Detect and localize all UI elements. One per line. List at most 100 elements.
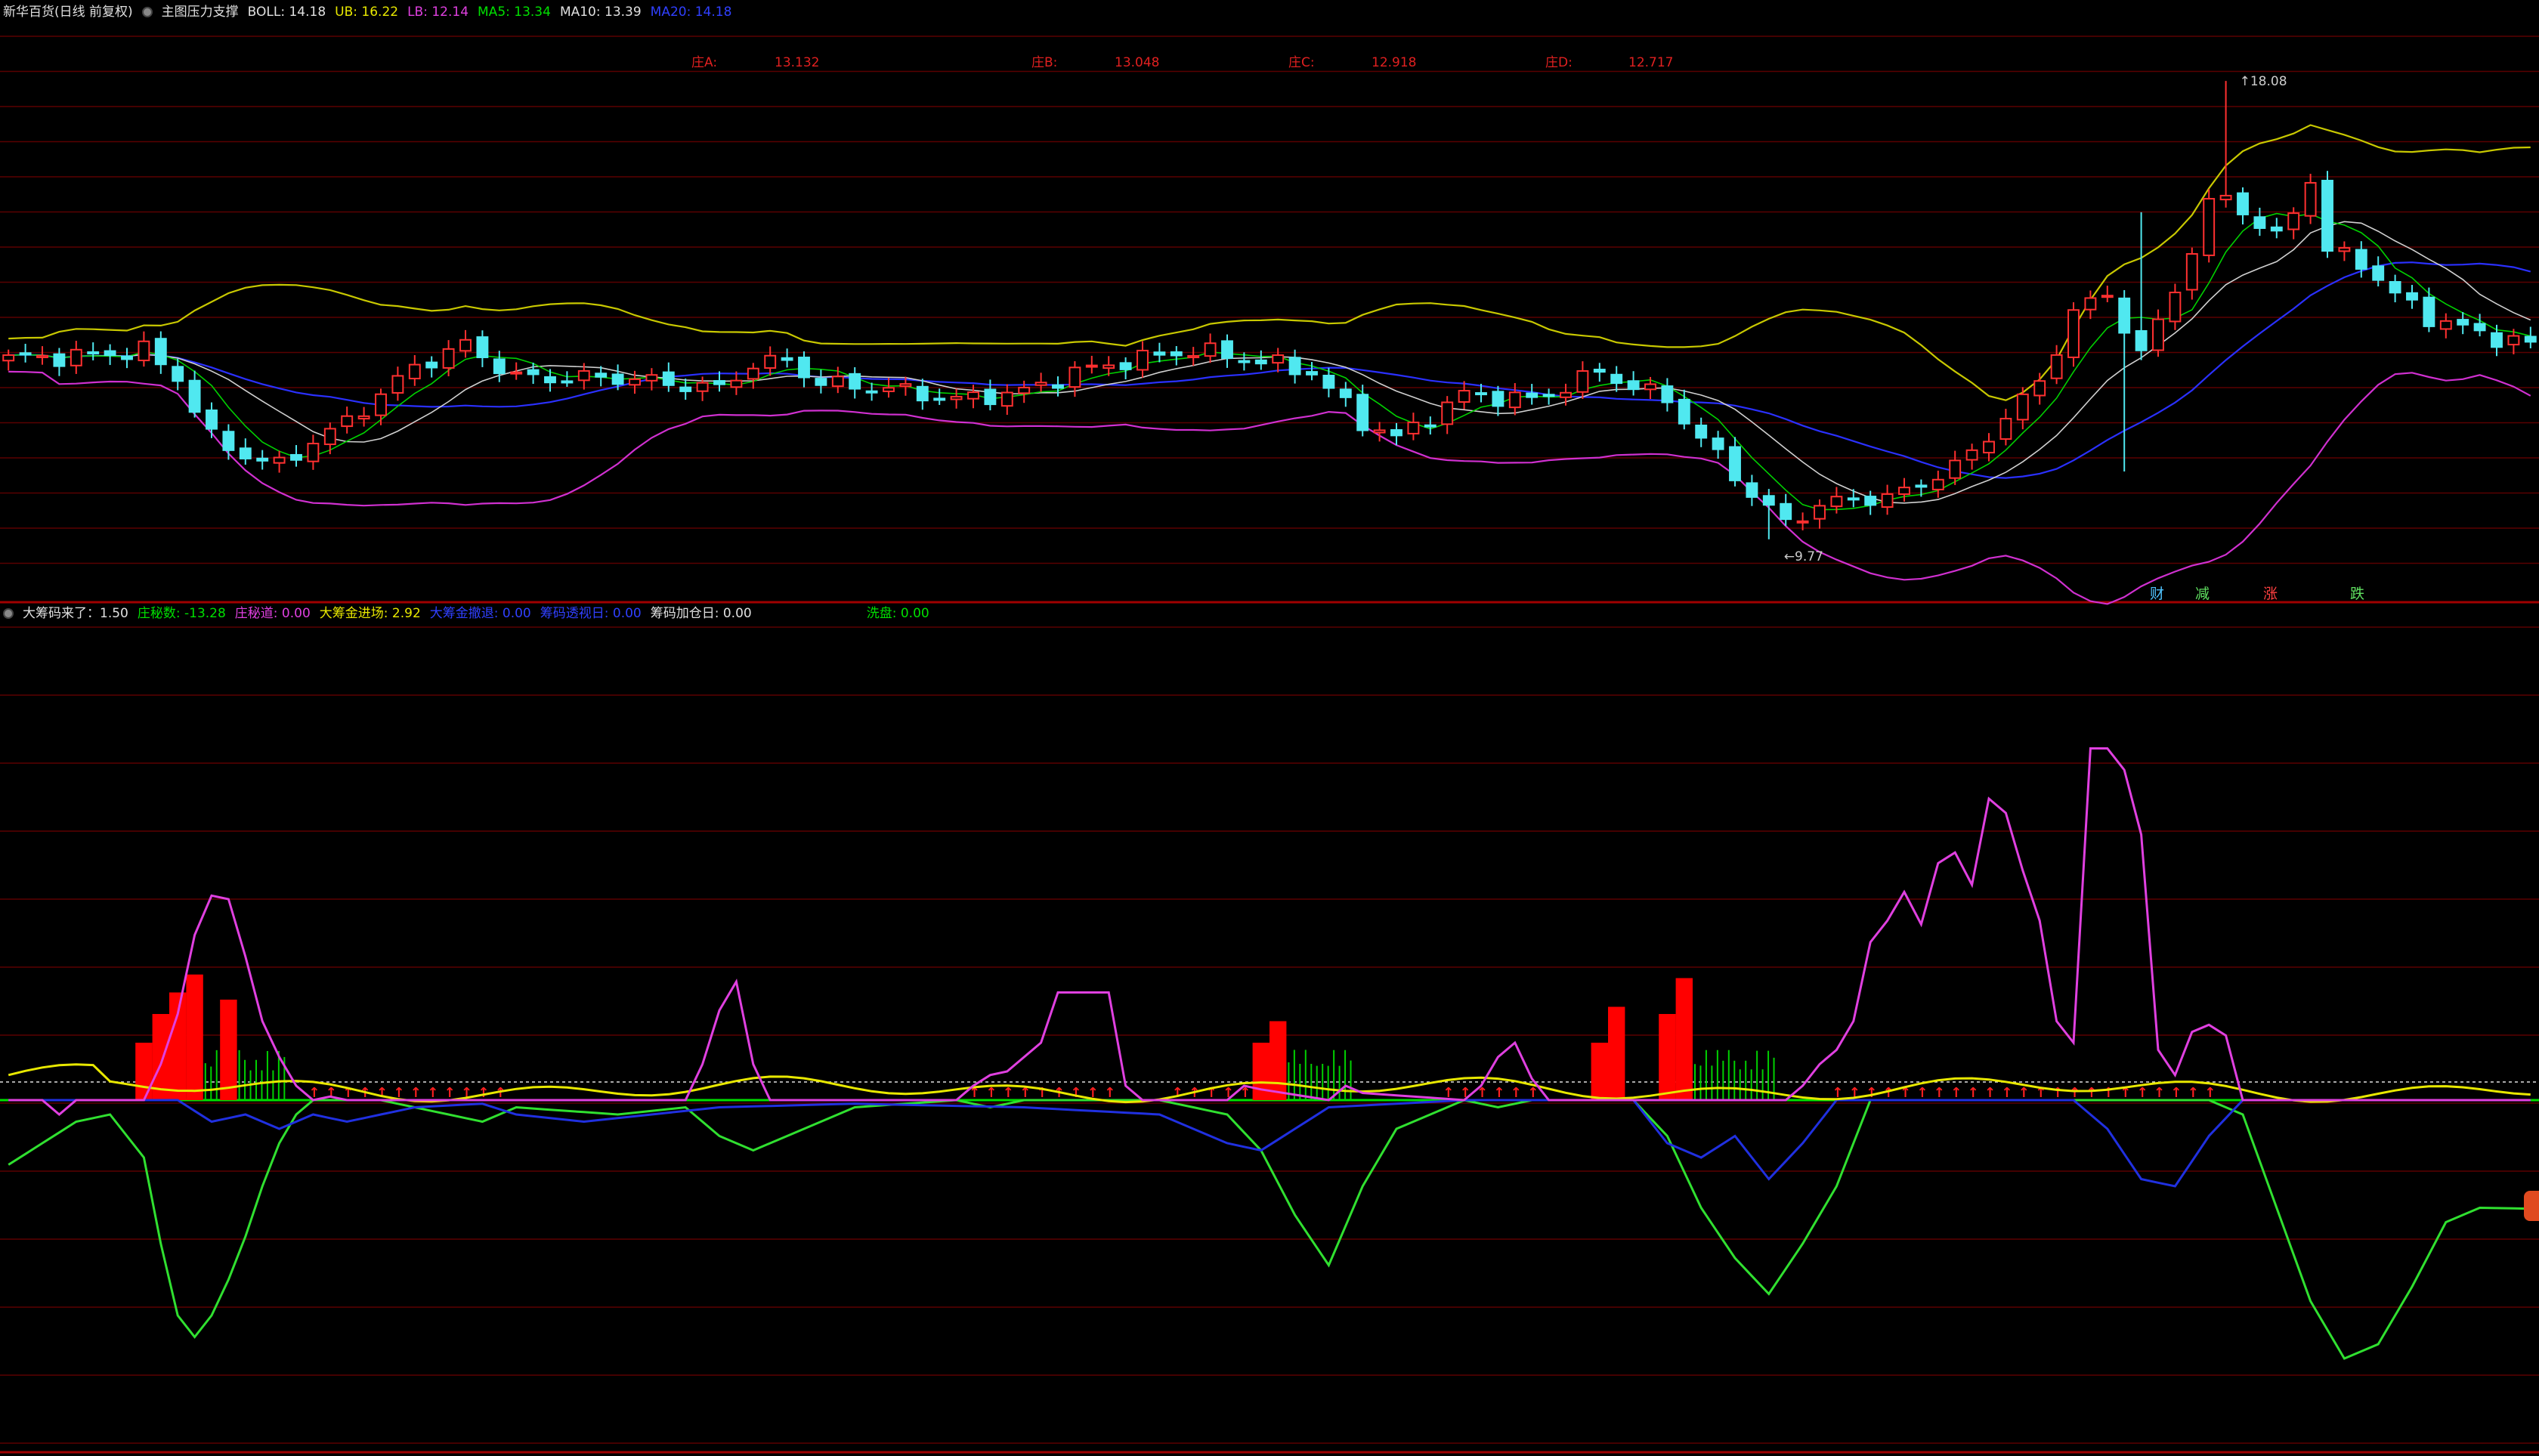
candle-body xyxy=(1119,362,1132,370)
high-price-label: ↑18.08 xyxy=(2240,74,2287,89)
candle-body xyxy=(1204,342,1217,357)
annotation-value: 13.132 xyxy=(775,55,819,70)
candle-body xyxy=(1999,418,2012,441)
candle-body xyxy=(1762,495,1775,506)
up-arrow-marker: ↑ xyxy=(1104,1085,1115,1101)
candle-body xyxy=(510,371,523,375)
up-arrow-marker: ↑ xyxy=(2052,1085,2064,1101)
candle-body xyxy=(1221,340,1233,359)
red-volume-bar xyxy=(1608,1006,1625,1100)
candle-body xyxy=(1137,349,1149,371)
candle-body xyxy=(2473,323,2486,332)
candle-body xyxy=(2389,281,2401,294)
candle-body xyxy=(798,357,810,379)
candle-body xyxy=(2203,198,2216,256)
candle-body xyxy=(2439,320,2452,330)
candle-body xyxy=(2084,297,2097,311)
candle-body xyxy=(2169,292,2182,323)
candle-body xyxy=(1103,364,1115,369)
annotation-label: 庄A: xyxy=(691,55,717,70)
side-handle-icon[interactable] xyxy=(2524,1191,2539,1221)
candle-body xyxy=(1356,394,1369,431)
candle-body xyxy=(1238,360,1251,363)
candle-body xyxy=(121,355,133,360)
candle-body xyxy=(1052,384,1064,389)
candle-body xyxy=(2033,380,2046,397)
red-volume-bar xyxy=(1252,1043,1270,1100)
candle-body xyxy=(967,391,979,400)
boll-upper-line xyxy=(8,124,2531,401)
candle-body xyxy=(1881,493,1894,509)
up-arrow-marker: ↑ xyxy=(985,1085,997,1101)
candle-body xyxy=(19,352,32,356)
candle-body xyxy=(611,373,624,385)
candle-body xyxy=(493,358,506,375)
up-arrow-marker: ↑ xyxy=(1527,1085,1539,1101)
candle-body xyxy=(2050,354,2063,379)
up-arrow-marker: ↑ xyxy=(1172,1085,1183,1101)
chart-canvas[interactable]: ↑18.08 ←9.77 庄A: 13.132 庄B: 13.048 庄C: 12.918 庄D… xyxy=(0,0,2539,1456)
annotation-label: 庄D: xyxy=(1545,55,1573,70)
candle-body xyxy=(1254,359,1267,365)
candle-body xyxy=(1170,351,1183,357)
candle-body xyxy=(883,387,895,392)
candle-body xyxy=(713,380,725,385)
candle-body xyxy=(2457,319,2469,326)
annotation-label: 庄B: xyxy=(1031,55,1057,70)
ma10-line xyxy=(8,221,2531,504)
candle-body xyxy=(408,363,421,380)
candle-body xyxy=(730,379,743,388)
up-arrow-marker: ↑ xyxy=(2001,1085,2012,1101)
candle-body xyxy=(1458,390,1471,403)
candle-body xyxy=(273,456,286,464)
withdraw-line xyxy=(8,1099,2531,1188)
candle-body xyxy=(1322,374,1335,389)
candle-body xyxy=(307,443,320,462)
up-arrow-marker: ↑ xyxy=(2137,1085,2148,1101)
candle-body xyxy=(2135,329,2148,351)
candle-body xyxy=(1373,429,1386,434)
candle-body xyxy=(2,354,15,362)
candle-body xyxy=(1627,380,1640,391)
up-arrow-marker: ↑ xyxy=(2170,1085,2182,1101)
up-arrow-marker: ↑ xyxy=(1934,1085,1945,1101)
annotation-value: 13.048 xyxy=(1115,55,1159,70)
candle-body xyxy=(1780,502,1792,521)
candle-body xyxy=(950,395,963,400)
candle-body xyxy=(747,367,759,380)
annotation-value: 12.717 xyxy=(1628,55,1673,70)
up-arrow-marker: ↑ xyxy=(2103,1085,2114,1101)
candle-body xyxy=(831,376,844,388)
candle-body xyxy=(916,385,929,402)
candle-body xyxy=(2304,181,2317,217)
up-arrow-marker: ↑ xyxy=(1950,1085,1962,1101)
candle-body xyxy=(1983,441,1995,454)
candle-body xyxy=(70,348,82,366)
candle-body xyxy=(662,371,675,386)
candle-body xyxy=(1610,373,1623,385)
candle-body xyxy=(1407,422,1420,434)
candle-body xyxy=(357,415,370,420)
up-arrow-marker: ↑ xyxy=(410,1085,422,1101)
candle-body xyxy=(1526,392,1539,398)
candle-body xyxy=(239,447,252,459)
candle-body xyxy=(2185,253,2198,291)
candle-body xyxy=(1492,391,1505,407)
candle-body xyxy=(2338,247,2351,252)
up-arrow-marker: ↑ xyxy=(1984,1085,1996,1101)
candle-body xyxy=(595,373,608,378)
candle-body xyxy=(2491,332,2503,348)
candle-body xyxy=(2355,249,2367,270)
candle-body xyxy=(1272,354,1285,364)
candle-body xyxy=(1339,388,1352,398)
candle-body xyxy=(206,410,218,430)
up-arrow-marker: ↑ xyxy=(376,1085,388,1101)
candle-body xyxy=(1153,351,1166,356)
red-volume-bar xyxy=(152,1014,169,1100)
candle-body xyxy=(1424,424,1436,428)
up-arrow-marker: ↑ xyxy=(1916,1085,1928,1101)
candle-body xyxy=(1847,497,1860,501)
red-volume-bar xyxy=(1659,1014,1676,1100)
candle-body xyxy=(1864,496,1877,506)
candle-body xyxy=(1796,520,1809,524)
